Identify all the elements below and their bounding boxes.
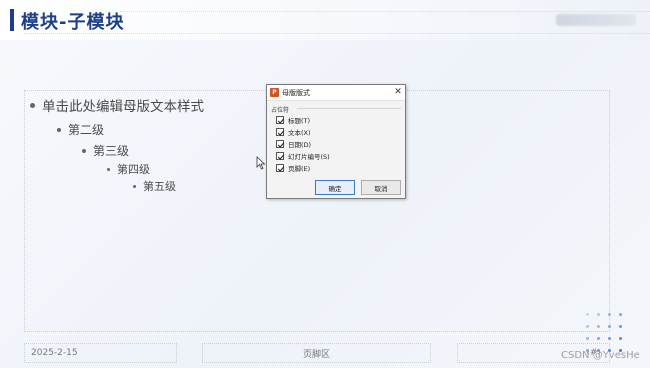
date-placeholder[interactable]: 2025-2-15: [24, 343, 177, 363]
checkbox-checked-icon[interactable]: [276, 128, 285, 136]
close-icon[interactable]: ✕: [393, 87, 403, 98]
footer-placeholder[interactable]: 页脚区: [202, 343, 431, 363]
placeholders-group-label: 占位符: [271, 107, 290, 114]
checkbox-slide-number[interactable]: 幻灯片编号(S): [276, 151, 330, 161]
blurred-logo: [556, 14, 636, 26]
decorative-dot: [586, 313, 589, 316]
title-dotted-line: [120, 11, 650, 12]
decorative-dot: [597, 313, 600, 316]
text-level-2: 第二级: [57, 121, 104, 138]
bullet-dot-icon: [82, 148, 86, 153]
decorative-dot: [597, 325, 600, 328]
title-accent-bar: [10, 9, 14, 31]
checkbox-checked-icon[interactable]: [276, 164, 285, 172]
powerpoint-app-icon: P: [270, 88, 279, 97]
bullet-dot-icon: [30, 102, 35, 108]
master-layout-dialog: P 母版版式 ✕ 占位符 标题(T) 文本(X) 日期(D) 幻灯片编号(S) …: [266, 84, 406, 199]
decorative-dot: [619, 325, 622, 328]
text-level-1-label: 单击此处编辑母版文本样式: [42, 99, 204, 115]
decorative-dot: [586, 337, 589, 340]
bullet-dot-icon: [107, 167, 110, 171]
checkbox-checked-icon[interactable]: [276, 152, 285, 160]
text-level-4-label: 第四级: [117, 163, 150, 176]
decorative-dot: [608, 337, 611, 340]
text-level-1: 单击此处编辑母版文本样式: [30, 95, 204, 115]
slide-title-bar: 模块-子模块: [0, 0, 650, 40]
checkbox-title[interactable]: 标题(T): [276, 115, 310, 125]
group-divider: [297, 108, 401, 109]
checkbox-slide-number-label: 幻灯片编号(S): [288, 153, 330, 161]
mouse-cursor-icon: [256, 155, 266, 170]
text-level-5: 第五级: [133, 178, 176, 194]
dialog-title: 母版版式: [282, 89, 310, 97]
checkbox-date[interactable]: 日期(D): [276, 139, 311, 149]
decorative-dot: [608, 325, 611, 328]
date-text: 2025-2-15: [31, 348, 78, 358]
decorative-dot: [619, 337, 622, 340]
bullet-dot-icon: [133, 184, 136, 188]
decorative-dot: [597, 337, 600, 340]
ok-button[interactable]: 确定: [315, 180, 355, 195]
text-level-2-label: 第二级: [68, 123, 105, 137]
decorative-dot: [619, 313, 622, 316]
checkbox-text[interactable]: 文本(X): [276, 127, 311, 137]
csdn-watermark: CSDN @YvesHe: [561, 350, 640, 361]
dialog-titlebar[interactable]: P 母版版式 ✕: [267, 85, 405, 101]
text-level-3-label: 第三级: [93, 144, 130, 158]
checkbox-text-label: 文本(X): [288, 129, 311, 137]
checkbox-footer[interactable]: 页脚(E): [276, 163, 310, 173]
checkbox-date-label: 日期(D): [288, 141, 312, 149]
text-level-4: 第四级: [107, 161, 150, 177]
checkbox-title-label: 标题(T): [288, 117, 311, 125]
checkbox-checked-icon[interactable]: [276, 140, 285, 148]
checkbox-checked-icon[interactable]: [276, 116, 285, 124]
slide-title-placeholder[interactable]: 模块-子模块: [21, 8, 124, 34]
text-level-5-label: 第五级: [143, 180, 176, 193]
checkbox-footer-label: 页脚(E): [288, 165, 311, 173]
footer-text: 页脚区: [302, 349, 330, 360]
cancel-button[interactable]: 取消: [361, 180, 401, 195]
text-level-3: 第三级: [82, 142, 129, 159]
decorative-dot: [608, 313, 611, 316]
decorative-dot: [586, 325, 589, 328]
bullet-dot-icon: [57, 127, 61, 132]
